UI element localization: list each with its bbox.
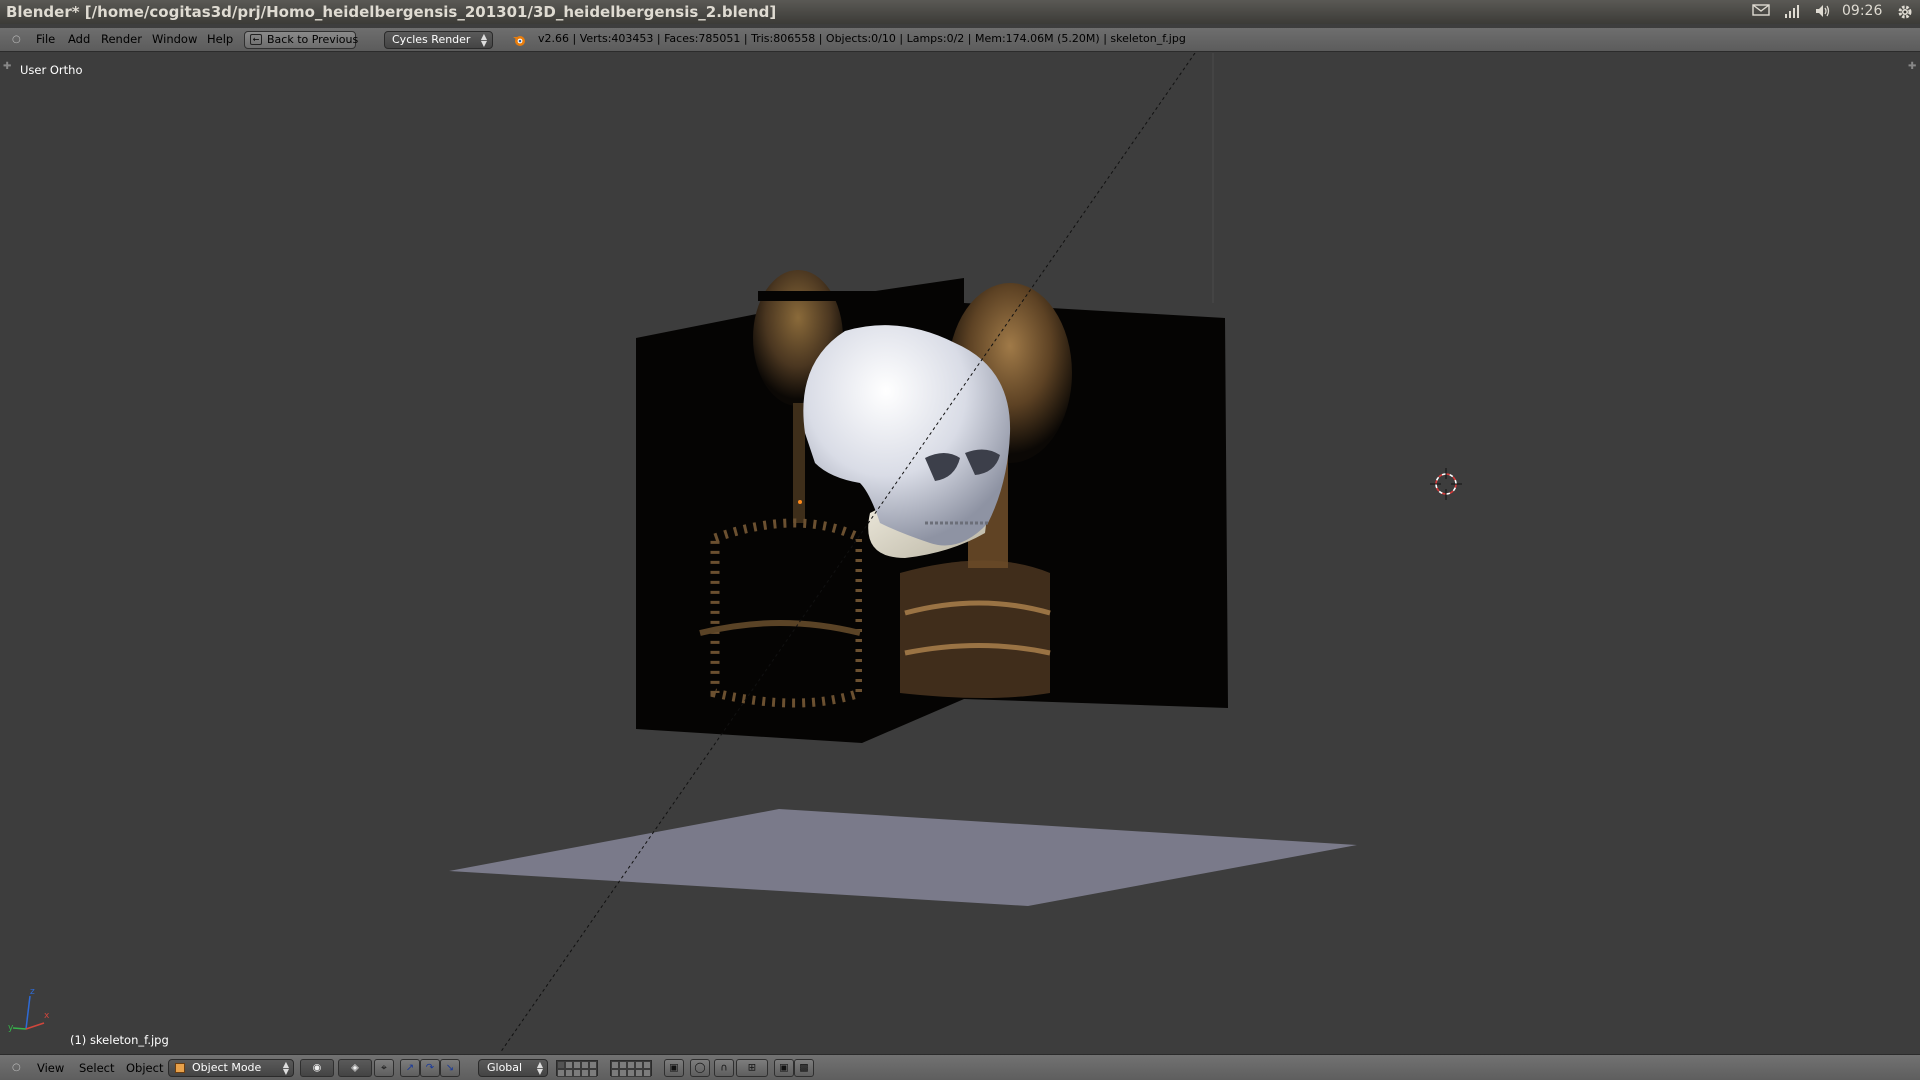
clapboard-icon: ▩ xyxy=(799,1062,809,1074)
translate-arrow-icon: ↗ xyxy=(405,1062,415,1074)
snap-element-select[interactable]: ⊞ xyxy=(736,1059,768,1077)
lock-layers-icon: ▣ xyxy=(669,1062,679,1074)
transform-orientation-value: Global xyxy=(487,1061,523,1074)
magnet-icon: ∩ xyxy=(720,1062,728,1074)
axis-y-label: y xyxy=(8,1023,14,1033)
layer-button[interactable] xyxy=(643,1069,651,1077)
region-expand-right-icon[interactable]: ✚ xyxy=(1908,61,1916,72)
layer-button[interactable] xyxy=(573,1061,581,1069)
interaction-mode-value: Object Mode xyxy=(192,1061,262,1074)
snap-increment-icon: ⊞ xyxy=(747,1062,757,1074)
reference-image-skeleton-left[interactable] xyxy=(636,270,865,743)
os-title-bar: Blender* [/home/cogitas3d/prj/Homo_heide… xyxy=(0,0,1920,24)
menu-add[interactable]: Add xyxy=(68,32,90,46)
manipulator-toggle[interactable]: ⌖ xyxy=(374,1059,394,1077)
menu-file[interactable]: File xyxy=(36,32,55,46)
settings-gear-icon[interactable] xyxy=(1896,3,1914,21)
rotate-manipulator-button[interactable]: ↷ xyxy=(420,1059,440,1077)
mail-icon[interactable] xyxy=(1752,3,1770,21)
network-icon[interactable] xyxy=(1784,3,1800,21)
3d-cursor-icon[interactable] xyxy=(1430,468,1462,500)
snap-toggle-button[interactable]: ∩ xyxy=(714,1059,734,1077)
select-arrows-icon: ▲ ▼ xyxy=(480,32,487,48)
active-object-label: (1) skeleton_f.jpg xyxy=(70,1033,169,1047)
layer-button[interactable] xyxy=(581,1061,589,1069)
menu-view[interactable]: View xyxy=(37,1061,64,1075)
layer-button[interactable] xyxy=(557,1061,565,1069)
view-name-label: User Ortho xyxy=(20,63,83,77)
translate-manipulator-button[interactable]: ↗ xyxy=(400,1059,420,1077)
axis-x-label: x xyxy=(44,1011,50,1021)
axes-orientation-gizmo xyxy=(12,995,45,1030)
editor-type-icon[interactable]: ○ xyxy=(12,34,23,45)
volume-icon[interactable] xyxy=(1814,3,1832,21)
region-expand-left-icon[interactable]: ✚ xyxy=(3,61,11,72)
object-mode-cube-icon xyxy=(175,1063,185,1073)
layer-button[interactable] xyxy=(619,1061,627,1069)
render-opengl-animation-button[interactable]: ▩ xyxy=(794,1059,814,1077)
layer-buttons-group-2[interactable] xyxy=(610,1060,652,1077)
lock-layers-button[interactable]: ▣ xyxy=(664,1059,684,1077)
scene-statistics: v2.66 | Verts:403453 | Faces:785051 | Tr… xyxy=(538,32,1186,45)
camera-icon: ▣ xyxy=(779,1062,789,1074)
axis-z-label: z xyxy=(30,987,35,997)
proportional-circle-icon: ◯ xyxy=(694,1062,706,1074)
proportional-editing-button[interactable]: ◯ xyxy=(690,1059,710,1077)
back-to-previous-button[interactable]: ← Back to Previous xyxy=(244,31,359,49)
scale-manipulator-button[interactable]: ↘ xyxy=(440,1059,460,1077)
blender-logo-icon xyxy=(513,36,525,46)
menu-render[interactable]: Render xyxy=(101,32,142,46)
interaction-mode-select[interactable]: Object Mode ▲ ▼ xyxy=(168,1059,294,1077)
layer-button[interactable] xyxy=(627,1061,635,1069)
3d-viewport[interactable]: ✚ ✚ User Ortho y x z (1) skeleton_f.jpg xyxy=(0,53,1920,1053)
layer-button[interactable] xyxy=(619,1069,627,1077)
layer-button[interactable] xyxy=(611,1061,619,1069)
render-opengl-image-button[interactable]: ▣ xyxy=(774,1059,794,1077)
menu-object[interactable]: Object xyxy=(126,1061,163,1075)
viewport-shading-select[interactable]: ◉ xyxy=(300,1059,334,1077)
pivot-icon: ◈ xyxy=(351,1062,359,1074)
clock[interactable]: 09:26 xyxy=(1842,3,1882,21)
layer-button[interactable] xyxy=(635,1061,643,1069)
ground-plane[interactable] xyxy=(449,809,1357,906)
menu-select[interactable]: Select xyxy=(79,1061,114,1075)
view3d-header: ○ View Select Object Object Mode ▲ ▼ ◉ ◈ … xyxy=(0,1054,1920,1080)
pivot-point-select[interactable]: ◈ xyxy=(338,1059,372,1077)
render-engine-select[interactable]: Cycles Render ▲ ▼ xyxy=(384,31,493,49)
layer-button[interactable] xyxy=(581,1069,589,1077)
menu-window[interactable]: Window xyxy=(152,32,197,46)
editor-type-icon[interactable]: ○ xyxy=(12,1062,23,1073)
window-title: Blender* [/home/cogitas3d/prj/Homo_heide… xyxy=(6,3,777,21)
layer-button[interactable] xyxy=(635,1069,643,1077)
object-origin-dot xyxy=(798,500,802,504)
layer-buttons-group-1[interactable] xyxy=(556,1060,598,1077)
manipulator-icon: ⌖ xyxy=(381,1062,387,1074)
rotate-arc-icon: ↷ xyxy=(425,1062,435,1074)
layer-button[interactable] xyxy=(643,1061,651,1069)
layer-button[interactable] xyxy=(611,1069,619,1077)
transform-orientation-select[interactable]: Global ▲ ▼ xyxy=(478,1059,548,1077)
menu-help[interactable]: Help xyxy=(207,32,233,46)
select-arrows-icon: ▲ ▼ xyxy=(536,1060,543,1076)
layer-button[interactable] xyxy=(565,1069,573,1077)
render-engine-value: Cycles Render xyxy=(392,33,471,46)
layer-button[interactable] xyxy=(589,1061,597,1069)
select-arrows-icon: ▲ ▼ xyxy=(282,1060,289,1076)
back-screen-icon: ← xyxy=(250,34,262,45)
scale-icon: ↘ xyxy=(445,1062,455,1074)
info-header: ○ File Add Render Window Help ← Back to … xyxy=(0,28,1920,52)
layer-button[interactable] xyxy=(627,1069,635,1077)
layer-button[interactable] xyxy=(557,1069,565,1077)
shading-sphere-icon: ◉ xyxy=(312,1062,322,1074)
scene-canvas[interactable] xyxy=(0,53,1920,1053)
layer-button[interactable] xyxy=(565,1061,573,1069)
layer-button[interactable] xyxy=(573,1069,581,1077)
layer-button[interactable] xyxy=(589,1069,597,1077)
back-to-previous-label: Back to Previous xyxy=(267,33,359,46)
